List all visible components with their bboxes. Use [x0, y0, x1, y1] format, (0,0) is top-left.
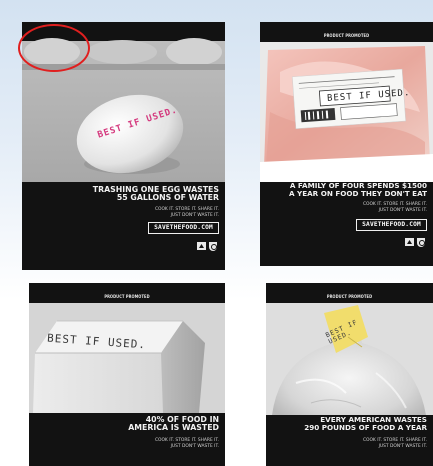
poster-meat[interactable]: PRODUCT PROMOTED BEST IF USED. A FAMILY …	[260, 22, 433, 266]
sponsor-logos	[405, 238, 425, 247]
poster-milk-carton[interactable]: PRODUCT PROMOTED BEST IF USED. 40% OF FO…	[29, 283, 225, 466]
poster-headline: EVERY AMERICAN WASTES 290 POUNDS OF FOOD…	[304, 415, 427, 432]
poster-topline: PRODUCT PROMOTED	[326, 294, 373, 299]
milk-carton-photo	[29, 303, 225, 413]
website-url[interactable]: SAVETHEFOOD.COM	[356, 219, 427, 231]
poster-tagline: COOK IT. STORE IT. SHARE IT. JUST DON'T …	[362, 202, 427, 213]
ad-council-icon	[197, 242, 206, 250]
poster-topline: PRODUCT PROMOTED	[323, 33, 370, 38]
poster-tagline: COOK IT. STORE IT. SHARE IT. JUST DON'T …	[154, 438, 219, 449]
meat-photo	[260, 42, 433, 182]
poster-tagline: COOK IT. STORE IT. SHARE IT. JUST DON'T …	[362, 438, 427, 449]
poster-headline: A FAMILY OF FOUR SPENDS $1500 A YEAR ON …	[288, 181, 427, 198]
poster-headline: 40% OF FOOD IN AMERICA IS WASTED	[128, 415, 219, 433]
sponsor-logos	[197, 242, 217, 251]
poster-topline: PRODUCT PROMOTED	[104, 294, 150, 299]
poster-bread-bag[interactable]: PRODUCT PROMOTED BEST IF USED. EVERY AME…	[266, 283, 433, 466]
poster-headline: TRASHING ONE EGG WASTES 55 GALLONS OF WA…	[92, 185, 219, 203]
poster-tagline: COOK IT. STORE IT. SHARE IT. JUST DON'T …	[154, 207, 219, 218]
nrdc-shield-icon	[417, 238, 425, 247]
ad-council-icon	[405, 238, 414, 246]
nrdc-shield-icon	[209, 242, 217, 251]
website-url[interactable]: SAVETHEFOOD.COM	[148, 222, 219, 234]
highlight-circle	[18, 24, 90, 72]
